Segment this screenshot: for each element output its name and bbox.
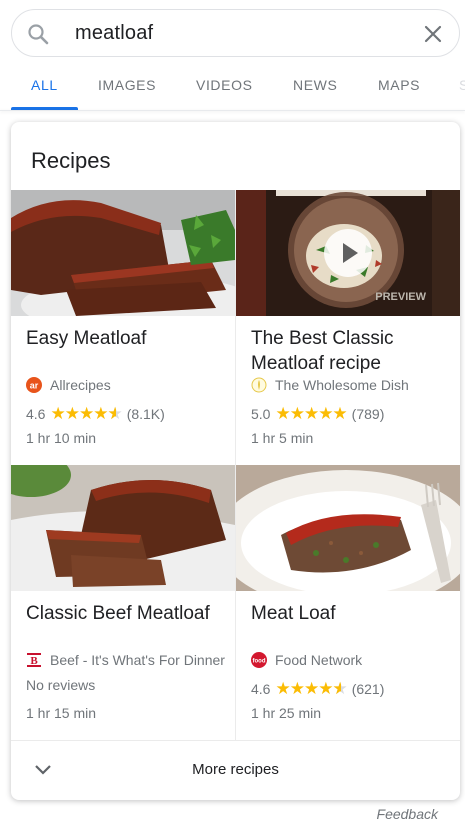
cook-time: 1 hr 15 min	[26, 705, 97, 721]
tabs-divider	[0, 110, 465, 111]
source-name: Beef - It's What's For Dinner	[50, 652, 225, 668]
search-bar[interactable]: meatloaf	[11, 9, 460, 57]
food-network-logo: food	[251, 652, 267, 668]
source-name: The Wholesome Dish	[275, 377, 409, 393]
more-recipes-button[interactable]: More recipes	[11, 741, 460, 800]
review-count: (789)	[351, 406, 385, 422]
recipe-card-best-classic-meatloaf[interactable]: PREVIEW The Best Classic Meatloaf recipe…	[236, 190, 460, 465]
recipe-rating: No reviews	[26, 677, 96, 693]
recipe-source: ar Allrecipes	[26, 377, 111, 393]
recipe-video-thumbnail: PREVIEW	[236, 190, 460, 316]
recipe-rating: 4.6 ★★★★★ ★ (621)	[251, 679, 384, 699]
star-rating-icon: ★★★★★	[275, 404, 347, 424]
svg-text:B: B	[30, 655, 38, 667]
cook-time: 1 hr 25 min	[251, 705, 322, 721]
svg-text:food: food	[253, 659, 266, 665]
recipe-card-classic-beef-meatloaf[interactable]: Classic Beef Meatloaf B Beef - It's What…	[11, 465, 235, 740]
source-name: Food Network	[275, 652, 363, 668]
recipe-title[interactable]: Meat Loaf	[251, 601, 451, 626]
svg-text:ar: ar	[30, 381, 39, 391]
recipe-title[interactable]: Easy Meatloaf	[26, 326, 226, 351]
feedback-link[interactable]: Feedback	[377, 806, 438, 822]
cook-time: 1 hr 5 min	[251, 430, 314, 446]
search-tabs: ALL IMAGES VIDEOS NEWS MAPS S	[0, 60, 465, 110]
tab-maps[interactable]: MAPS	[378, 77, 420, 93]
review-count: (621)	[351, 681, 385, 697]
tab-shopping-partial[interactable]: S	[459, 77, 465, 93]
review-count: (8.1K)	[126, 406, 165, 422]
recipe-source: B Beef - It's What's For Dinner	[26, 652, 225, 668]
recipe-card-meat-loaf[interactable]: Meat Loaf food Food Network 4.6 ★★★★★ ★ (…	[236, 465, 460, 740]
more-recipes-label[interactable]: More recipes	[11, 761, 460, 778]
recipe-source: The Wholesome Dish	[251, 377, 409, 393]
search-icon[interactable]	[26, 22, 50, 46]
cook-time: 1 hr 10 min	[26, 430, 97, 446]
recipe-rating: 4.6 ★★★★★ ★ (8.1K)	[26, 404, 165, 424]
column-divider	[235, 190, 236, 740]
recipe-image	[11, 190, 235, 316]
rating-value: 4.6	[251, 681, 271, 697]
tab-all[interactable]: ALL	[31, 77, 58, 93]
rating-value: 5.0	[251, 406, 271, 422]
recipe-image	[236, 465, 460, 591]
beef-logo: B	[27, 653, 41, 667]
recipes-card: Recipes Easy Meatloaf ar Allrecipes 4.6	[11, 122, 460, 800]
recipe-source: food Food Network	[251, 652, 362, 668]
preview-label: PREVIEW	[375, 291, 426, 303]
search-input[interactable]: meatloaf	[75, 22, 153, 45]
source-name: Allrecipes	[50, 377, 111, 393]
recipe-title[interactable]: The Best Classic Meatloaf recipe	[251, 326, 451, 376]
star-rating-icon: ★★★★★ ★	[50, 404, 122, 424]
tab-images[interactable]: IMAGES	[98, 77, 156, 93]
card-title: Recipes	[31, 148, 111, 173]
tab-news[interactable]: NEWS	[293, 77, 337, 93]
star-rating-icon: ★★★★★ ★	[275, 679, 347, 699]
close-icon[interactable]	[421, 22, 445, 46]
recipe-image	[11, 465, 235, 591]
tab-videos[interactable]: VIDEOS	[196, 77, 253, 93]
recipe-rating: 5.0 ★★★★★ (789)	[251, 404, 384, 424]
rating-value: 4.6	[26, 406, 46, 422]
allrecipes-logo: ar	[26, 377, 42, 393]
recipe-card-easy-meatloaf[interactable]: Easy Meatloaf ar Allrecipes 4.6 ★★★★★ ★ (…	[11, 190, 235, 465]
play-icon[interactable]	[323, 228, 373, 278]
wholesome-dish-logo	[251, 377, 267, 393]
recipe-title[interactable]: Classic Beef Meatloaf	[26, 601, 226, 626]
